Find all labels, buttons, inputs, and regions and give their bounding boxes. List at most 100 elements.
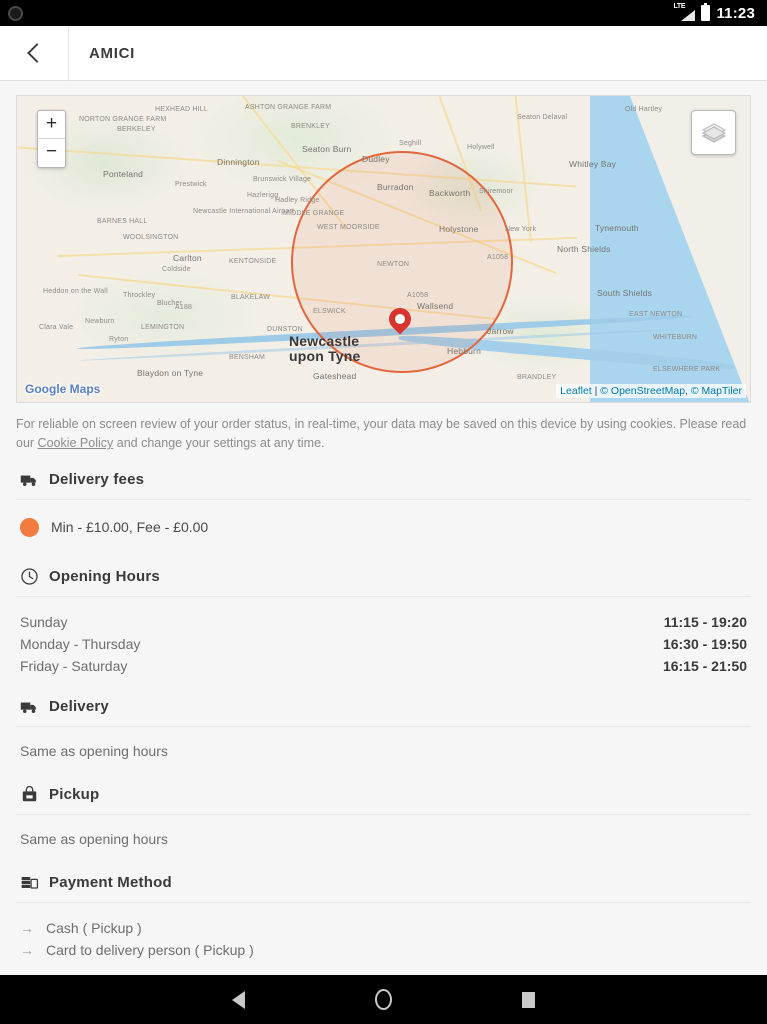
map-place-label: A1058	[487, 254, 509, 261]
map-place-label: ELSWICK	[313, 308, 346, 315]
section-pickup: Pickup Same as opening hours	[16, 769, 751, 857]
status-bar-clock: 11:23	[716, 4, 755, 22]
map-place-label: Backworth	[429, 188, 471, 198]
nav-home-circle-icon[interactable]	[375, 989, 392, 1010]
layers-stack-icon	[701, 122, 726, 143]
map-place-label: ELSEWHERE PARK	[653, 366, 721, 373]
map-place-label: EAST NEWTON	[629, 311, 683, 318]
map-place-label: BLAKELAW	[231, 294, 271, 301]
status-bar: LTE 11:23	[0, 0, 767, 26]
map-place-label: Dudley	[362, 154, 390, 164]
map-place-label: ASHTON GRANGE FARM	[245, 104, 332, 111]
hours-row: Monday - Thursday 16:30 - 19:50	[20, 633, 747, 655]
section-header: Opening Hours	[16, 551, 751, 597]
hours-row: Friday - Saturday 16:15 - 21:50	[20, 655, 747, 677]
map-place-label: Tynemouth	[595, 223, 639, 233]
map-place-label: Gateshead	[313, 371, 357, 381]
back-button[interactable]	[0, 26, 68, 81]
map-place-label: Seghill	[399, 140, 422, 147]
nav-back-triangle-icon[interactable]	[232, 990, 245, 1009]
map-place-label: Coldside	[162, 266, 191, 273]
map-place-label: A1058	[407, 292, 429, 299]
section-title: Pickup	[49, 785, 100, 803]
hours-row: Sunday 11:15 - 19:20	[20, 611, 747, 633]
map-place-label: North Shields	[557, 244, 611, 254]
signal-bars-icon: LTE	[673, 3, 696, 21]
section-header: Pickup	[16, 769, 751, 815]
map-layers-button[interactable]	[691, 110, 736, 155]
map-place-label: Hazlerigg	[247, 192, 279, 199]
map-place-label: Heddon on the Wall	[43, 288, 108, 295]
section-title: Opening Hours	[49, 567, 160, 585]
openstreetmap-link[interactable]: © OpenStreetMap	[600, 385, 685, 397]
section-body: Sunday 11:15 - 19:20 Monday - Thursday 1…	[16, 597, 751, 681]
device-screen: LTE 11:23 AMICI Newcastle upon Tyne HEXH…	[0, 0, 767, 1024]
map-place-label: Seaton Burn	[302, 144, 352, 154]
cookie-policy-link[interactable]: Cookie Policy	[38, 436, 114, 450]
map-place-label: Holywell	[467, 144, 495, 151]
map-place-label: Holystone	[439, 224, 479, 234]
section-header: Delivery	[16, 681, 751, 727]
clock-icon	[21, 568, 38, 585]
leaflet-link[interactable]: Leaflet	[560, 385, 592, 397]
section-payment-method: Payment Method → Cash ( Pickup ) → Card …	[16, 857, 751, 965]
hours-day: Monday - Thursday	[20, 635, 141, 652]
app-bar: AMICI	[0, 25, 767, 81]
map-city-label-line2: upon Tyne	[289, 348, 361, 365]
map-place-label: NEWTON	[377, 261, 410, 268]
payment-method-label: Cash ( Pickup )	[46, 919, 142, 936]
section-title: Payment Method	[49, 873, 172, 891]
zoom-out-button[interactable]: −	[38, 139, 65, 167]
battery-full-icon	[701, 3, 711, 21]
map-pin-icon[interactable]	[384, 303, 416, 338]
page-title: AMICI	[89, 44, 135, 62]
arrow-right-icon: →	[20, 941, 34, 958]
map-place-label: New York	[505, 226, 537, 233]
section-title: Delivery fees	[49, 470, 145, 488]
map-place-label: A188	[175, 304, 193, 311]
scroll-content[interactable]: Newcastle upon Tyne HEXHEAD HILL ASHTON G…	[0, 81, 767, 975]
maptiler-link[interactable]: © MapTiler	[691, 385, 742, 397]
map-attribution: Leaflet | © OpenStreetMap, © MapTiler	[556, 384, 746, 398]
map-place-label: Ryton	[109, 336, 129, 343]
nav-recents-square-icon[interactable]	[522, 991, 535, 1008]
section-body: → Cash ( Pickup ) → Card to delivery per…	[16, 903, 751, 965]
map-place-label: Carlton	[173, 253, 202, 263]
section-body: Min - £10.00, Fee - £0.00	[16, 500, 751, 551]
hours-time: 16:30 - 19:50	[662, 635, 747, 652]
map-place-label: BRENKLEY	[291, 123, 330, 130]
map-place-label: Old Hartley	[625, 106, 663, 113]
map-city-label-line1: Newcastle	[289, 333, 360, 349]
map-place-label: Shiremoor	[479, 188, 514, 195]
map-place-label: Prestwick	[175, 181, 207, 188]
map-place-label: Seaton Delaval	[517, 114, 568, 121]
map-place-label: BRANDLEY	[517, 374, 557, 381]
zoom-in-button[interactable]: +	[38, 111, 65, 139]
map-place-label: South Shields	[597, 288, 653, 298]
map-place-label: HEXHEAD HILL	[155, 106, 208, 113]
map-place-label: Jarrow	[487, 326, 514, 336]
section-opening-hours: Opening Hours Sunday 11:15 - 19:20 Monda…	[16, 551, 751, 681]
hours-time: 16:15 - 21:50	[662, 657, 747, 674]
status-bar-right: LTE 11:23	[673, 3, 755, 22]
map-place-label: Brunswick Village	[253, 176, 312, 183]
map-place-label: LEMINGTON	[141, 324, 185, 331]
hours-day: Friday - Saturday	[20, 657, 128, 674]
payment-method-item: → Cash ( Pickup )	[20, 917, 747, 939]
attribution-separator: |	[591, 385, 601, 397]
map-place-label: Hebburn	[447, 346, 482, 356]
delivery-area-map[interactable]: Newcastle upon Tyne HEXHEAD HILL ASHTON G…	[16, 95, 751, 403]
map-place-label: Wallsend	[417, 301, 454, 311]
section-delivery-fees: Delivery fees Min - £10.00, Fee - £0.00	[16, 454, 751, 551]
section-body: Same as opening hours	[16, 727, 751, 769]
payment-method-label: Card to delivery person ( Pickup )	[46, 941, 254, 958]
map-place-label: Clara Vale	[39, 324, 74, 331]
map-place-label: Ponteland	[103, 169, 144, 179]
hours-time: 11:15 - 19:20	[663, 613, 747, 630]
fee-zone-dot	[20, 517, 39, 537]
section-delivery: Delivery Same as opening hours	[16, 681, 751, 769]
notification-dot-icon	[8, 5, 23, 21]
map-zoom-controls[interactable]: + −	[37, 110, 66, 168]
delivery-fee-row: Min - £10.00, Fee - £0.00	[20, 514, 747, 547]
google-maps-attribution[interactable]: Google Maps	[25, 382, 100, 396]
